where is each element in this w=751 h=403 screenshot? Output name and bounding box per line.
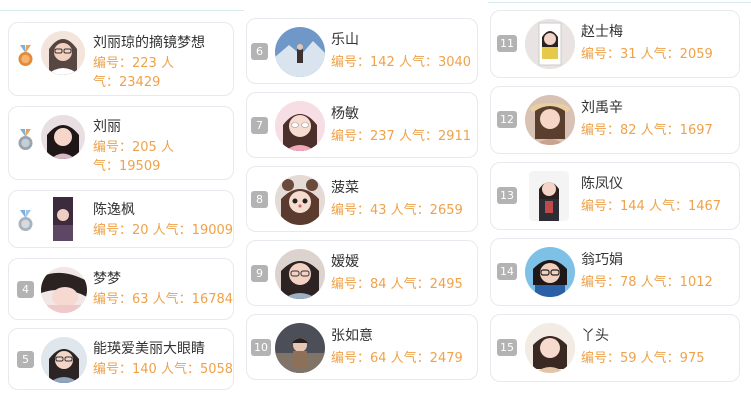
contestant-stats: 编号：63 人气：16784 [93,292,234,307]
contestant-stats: 编号：140 人气：5058 [93,362,234,377]
contestant-stats: 气：23429 [93,75,161,90]
avatar[interactable] [275,249,325,299]
rank-badge: 11 [497,35,517,52]
contestant-stats: 编号：237 人气：2911 [331,129,472,144]
avatar[interactable] [525,19,575,69]
contestant-stats: 编号：223 人 [93,56,174,71]
ranking-card[interactable]: 12 刘禹辛 编号：82 人气：1697 [490,86,740,154]
avatar[interactable] [275,101,325,151]
contestant-name: 刘丽 [93,119,121,135]
contestant-stats: 编号：64 人气：2479 [331,351,463,366]
contestant-stats: 编号：78 人气：1012 [581,275,713,290]
contestant-name: 乐山 [331,32,359,48]
contestant-stats: 编号：43 人气：2659 [331,203,463,218]
avatar[interactable] [41,337,87,383]
contestant-name: 梦梦 [93,271,121,287]
contestant-name: 陈逸枫 [93,202,135,218]
contestant-stats: 编号：20 人气：19009 [93,223,234,238]
avatar[interactable] [529,171,569,221]
contestant-name: 刘禹辛 [581,100,623,116]
contestant-name: 张如意 [331,328,373,344]
rank-badge: 5 [17,351,34,368]
ranking-card[interactable]: 15 丫头 编号：59 人气：975 [490,314,740,382]
avatar[interactable] [275,175,325,225]
avatar[interactable] [525,247,575,297]
avatar[interactable] [525,95,575,145]
contestant-stats: 编号：31 人气：2059 [581,47,713,62]
contestant-stats: 气：19509 [93,159,161,174]
contestant-name: 丫头 [581,328,609,344]
avatar[interactable] [275,323,325,373]
ranking-card[interactable]: 13 陈凤仪 编号：144 人气：1467 [490,162,740,230]
ranking-card[interactable]: 陈逸枫 编号：20 人气：19009 [8,190,234,248]
rank-badge: 12 [497,111,517,128]
rank-badge: 4 [17,281,34,298]
rank-badge: 6 [251,43,268,60]
contestant-name: 陈凤仪 [581,176,623,192]
contestant-name: 菠菜 [331,180,359,196]
ranking-card[interactable]: 6 乐山 编号：142 人气：3040 [246,18,478,84]
rank-badge: 14 [497,263,517,280]
contestant-stats: 编号：59 人气：975 [581,351,705,366]
rank-badge: 7 [251,117,268,134]
contestant-name: 嫒嫒 [331,254,359,270]
avatar[interactable] [41,115,85,159]
ranking-card[interactable]: 4 梦梦 编号：63 人气：16784 [8,258,234,320]
avatar[interactable] [41,267,87,313]
rank-badge: 10 [251,339,271,356]
rank-badge: 13 [497,187,517,204]
ranking-card[interactable]: 刘丽琼的摘镜梦想 编号：223 人 气：23429 [8,22,234,96]
ranking-card[interactable]: 刘丽 编号：205 人 气：19509 [8,106,234,180]
rank-badge: 9 [251,265,268,282]
ranking-board: 刘丽琼的摘镜梦想 编号：223 人 气：23429 刘丽 编号：205 人 气：… [0,0,751,403]
rank-badge: 8 [251,191,268,208]
ranking-card[interactable]: 7 杨敏 编号：237 人气：2911 [246,92,478,158]
contestant-name: 翁巧娟 [581,252,623,268]
avatar[interactable] [525,323,575,373]
medal-icon [18,129,33,150]
contestant-stats: 编号：205 人 [93,140,174,155]
avatar[interactable] [41,31,85,75]
avatar[interactable] [41,197,85,241]
avatar[interactable] [275,27,325,77]
rank-badge: 15 [497,339,517,356]
silver-medal-icon [18,210,33,231]
ranking-card[interactable]: 14 翁巧娟 编号：78 人气：1012 [490,238,740,306]
contestant-name: 能瑛爱美丽大眼睛 [93,341,205,357]
contestant-name: 赵士梅 [581,24,623,40]
ranking-card[interactable]: 9 嫒嫒 编号：84 人气：2495 [246,240,478,306]
ranking-card[interactable]: 5 能瑛爱美丽大眼睛 编号：140 人气：5058 [8,328,234,390]
contestant-stats: 编号：144 人气：1467 [581,199,722,214]
contestant-name: 刘丽琼的摘镜梦想 [93,35,205,51]
ranking-card[interactable]: 10 张如意 编号：64 人气：2479 [246,314,478,380]
contestant-stats: 编号：142 人气：3040 [331,55,472,70]
contestant-stats: 编号：82 人气：1697 [581,123,713,138]
bronze-medal-icon [18,45,33,66]
ranking-card[interactable]: 11 赵士梅 编号：31 人气：2059 [490,10,740,78]
ranking-card[interactable]: 8 菠菜 编号：43 人气：2659 [246,166,478,232]
divider [0,10,244,11]
contestant-stats: 编号：84 人气：2495 [331,277,463,292]
contestant-name: 杨敏 [331,106,359,122]
divider [488,2,751,3]
